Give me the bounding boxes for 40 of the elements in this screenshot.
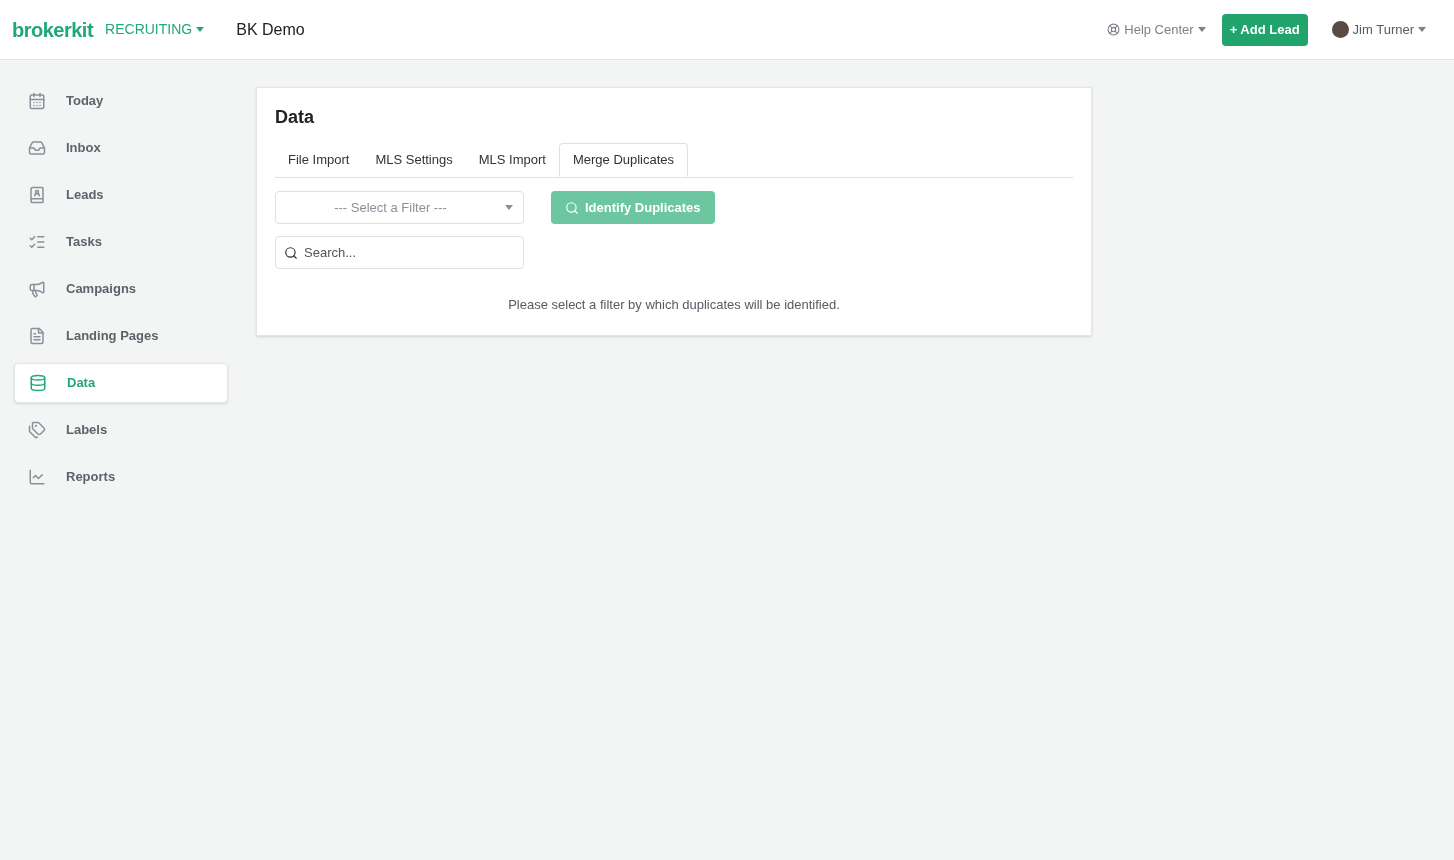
user-menu[interactable]: Jim Turner <box>1331 19 1426 40</box>
info-message: Please select a filter by which duplicates will be identified. <box>507 296 841 314</box>
sidebar-item[interactable]: Labels <box>14 410 228 450</box>
product-menu[interactable]: RECRUITING <box>105 19 205 40</box>
account-name: BK Demo <box>236 19 305 40</box>
tab[interactable]: MLS Import <box>465 143 559 177</box>
search-icon <box>284 246 298 260</box>
caret-icon <box>196 27 205 32</box>
sidebar-item[interactable]: Leads <box>14 175 228 215</box>
line-chart-icon <box>28 468 46 486</box>
database-icon <box>29 374 47 392</box>
caret-icon <box>1197 27 1206 32</box>
tab[interactable]: File Import <box>275 143 363 177</box>
search-field[interactable]: Search... <box>275 236 524 269</box>
contact-book-icon <box>28 186 46 204</box>
lifebuoy-icon <box>1107 23 1121 36</box>
sidebar-item[interactable]: Reports <box>14 457 228 497</box>
megaphone-icon <box>28 280 46 298</box>
document-icon <box>28 327 46 345</box>
calendar-icon <box>28 92 46 110</box>
search-icon <box>565 200 579 215</box>
tab[interactable]: Merge Duplicates <box>558 143 689 177</box>
inbox-icon <box>28 139 46 157</box>
sidebar-item[interactable]: Tasks <box>14 222 228 262</box>
add-lead-button[interactable]: + Add Lead <box>1221 13 1308 46</box>
avatar <box>1331 21 1349 38</box>
sidebar-item[interactable]: Today <box>14 81 228 121</box>
sidebar-item[interactable]: Data <box>14 363 228 403</box>
sidebar-item[interactable]: Landing Pages <box>14 316 228 356</box>
logo[interactable]: brokerkit <box>12 14 94 45</box>
caret-icon <box>505 205 513 210</box>
tags-icon <box>28 421 46 439</box>
sidebar-item[interactable]: Inbox <box>14 128 228 168</box>
tab[interactable]: MLS Settings <box>362 143 466 177</box>
sidebar-item[interactable]: Campaigns <box>14 269 228 309</box>
checklist-icon <box>28 233 46 251</box>
caret-icon <box>1418 27 1426 32</box>
filter-dropdown[interactable]: --- Select a Filter --- <box>275 191 524 224</box>
help-center-menu[interactable]: Help Center <box>1107 19 1206 40</box>
panel-title: Data <box>275 106 315 129</box>
